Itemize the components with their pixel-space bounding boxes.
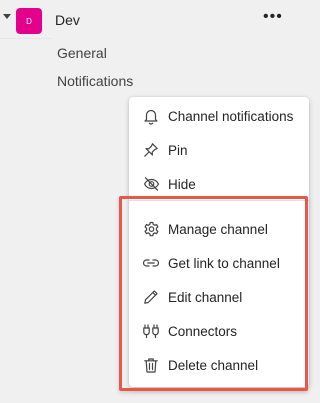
- menu-item-label: Channel notifications: [168, 108, 294, 124]
- gear-icon: [142, 220, 160, 238]
- team-avatar: D: [16, 8, 42, 34]
- team-row[interactable]: D Dev •••: [0, 0, 319, 40]
- menu-item-label: Delete channel: [168, 357, 259, 373]
- pin-icon: [142, 141, 160, 159]
- menu-item-delete-channel[interactable]: Delete channel: [129, 350, 309, 380]
- menu-item-label: Manage channel: [168, 221, 268, 237]
- teams-channel-panel: D Dev ••• General Notifications Channel …: [0, 0, 319, 403]
- trash-icon: [142, 356, 160, 374]
- menu-item-label: Hide: [168, 176, 196, 192]
- menu-item-channel-notifications[interactable]: Channel notifications: [129, 101, 309, 131]
- divider: [0, 38, 52, 39]
- menu-item-edit-channel[interactable]: Edit channel: [129, 282, 309, 312]
- menu-item-manage-channel[interactable]: Manage channel: [129, 214, 309, 244]
- channel-general[interactable]: General: [57, 45, 107, 61]
- pencil-icon: [142, 288, 160, 306]
- bell-icon: [142, 107, 160, 125]
- eye-off-icon: [142, 175, 160, 193]
- team-avatar-initial: D: [26, 16, 32, 26]
- expand-caret-icon[interactable]: [3, 14, 11, 19]
- more-options-icon[interactable]: •••: [263, 9, 283, 25]
- menu-item-label: Edit channel: [168, 289, 243, 305]
- menu-separator: [129, 200, 309, 201]
- channel-context-menu: Channel notifications Pin Hide Manage ch…: [129, 97, 309, 387]
- team-name[interactable]: Dev: [55, 12, 80, 28]
- link-icon: [142, 254, 160, 272]
- menu-item-hide[interactable]: Hide: [129, 169, 309, 199]
- menu-item-label: Pin: [168, 142, 188, 158]
- connectors-icon: [142, 322, 160, 340]
- menu-item-label: Connectors: [168, 323, 238, 339]
- menu-item-get-link[interactable]: Get link to channel: [129, 248, 309, 278]
- channel-notifications[interactable]: Notifications: [57, 73, 133, 89]
- menu-item-connectors[interactable]: Connectors: [129, 316, 309, 346]
- menu-item-pin[interactable]: Pin: [129, 135, 309, 165]
- menu-item-label: Get link to channel: [168, 255, 280, 271]
